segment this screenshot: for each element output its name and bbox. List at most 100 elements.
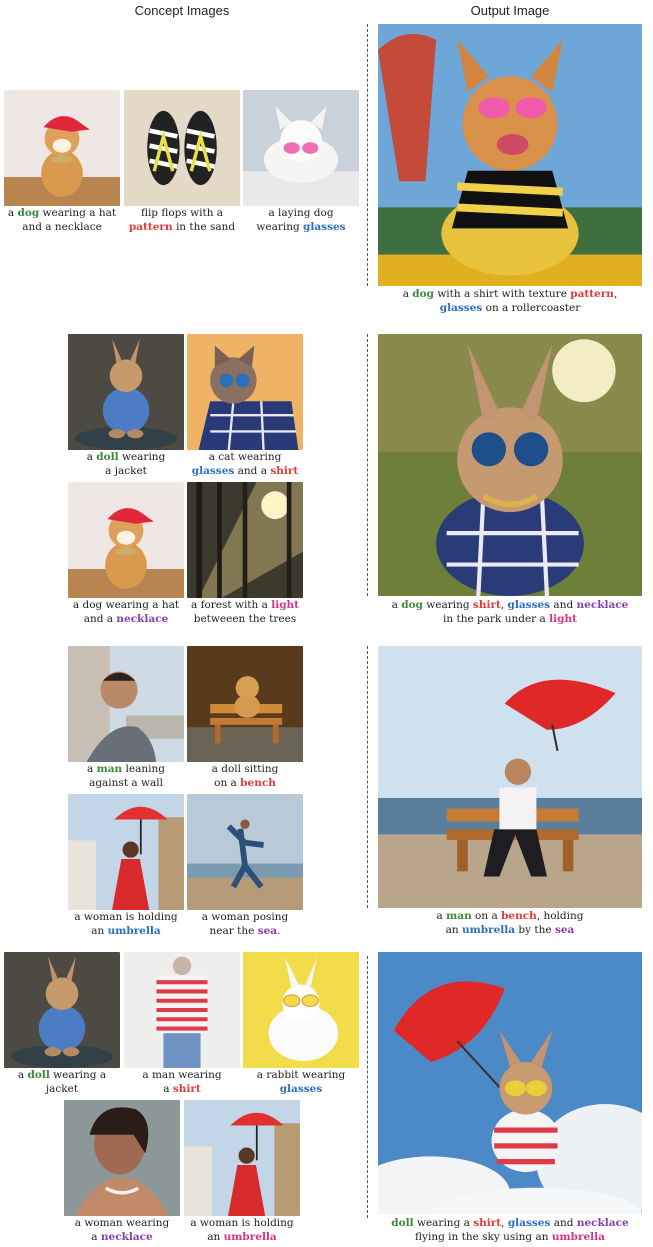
caption-text: a man wearing xyxy=(142,1069,222,1081)
caption-dog-hat-necklace: a dog wearing a hat and a necklace xyxy=(64,598,188,626)
caption-keyword: glasses xyxy=(191,465,235,477)
caption-keyword: bench xyxy=(501,910,537,922)
concept-image-dog-hat-2 xyxy=(68,482,184,598)
caption-keyword: necklace xyxy=(576,1217,629,1229)
caption-keyword: sea xyxy=(554,924,575,936)
caption-text: jacket xyxy=(45,1083,79,1095)
caption-flip-flops: flip flops with a pattern in the sand xyxy=(120,206,244,234)
caption-woman-umbrella-2: a woman is holding an umbrella xyxy=(180,1216,304,1244)
caption-text: a laying dog xyxy=(268,207,334,219)
caption-text: a xyxy=(91,1231,101,1243)
caption-text: flip flops with a xyxy=(140,207,224,219)
caption-text: and a necklace xyxy=(22,221,102,233)
caption-text: and a xyxy=(234,465,271,477)
caption-text: a xyxy=(7,207,18,219)
concept-image-man-shirt xyxy=(124,952,240,1068)
caption-text: , holding xyxy=(536,910,584,922)
caption-keyword: man xyxy=(446,910,472,922)
caption-text: and xyxy=(550,599,577,611)
caption-keyword: necklace xyxy=(116,613,169,625)
caption-keyword: shirt xyxy=(270,465,299,477)
concept-image-laying-dog-glasses xyxy=(243,90,359,206)
caption-text: a xyxy=(17,1069,28,1081)
caption-text: in the park under a xyxy=(443,613,550,625)
concept-image-flip-flops xyxy=(124,90,240,206)
caption-text: , xyxy=(613,288,618,300)
separator-line-3 xyxy=(367,646,368,908)
caption-keyword: doll xyxy=(96,451,119,463)
caption-keyword: glasses xyxy=(507,599,551,611)
caption-output-3: a man on a bench, holding an umbrella by … xyxy=(374,909,646,937)
caption-man-shirt: a man wearing a shirt xyxy=(120,1068,244,1096)
caption-text: wearing a hat xyxy=(39,207,117,219)
caption-text: with a shirt with texture xyxy=(433,288,571,300)
caption-text: and a xyxy=(83,613,117,625)
caption-keyword: dog xyxy=(412,288,434,300)
concept-image-woman-necklace xyxy=(64,1100,180,1216)
caption-text: an xyxy=(91,925,108,937)
caption-text: a dog wearing a hat xyxy=(72,599,180,611)
output-image-header: Output Image xyxy=(470,3,550,18)
caption-text: , xyxy=(500,599,508,611)
caption-keyword: glasses xyxy=(279,1083,323,1095)
caption-keyword: pattern xyxy=(570,288,614,300)
caption-text: wearing xyxy=(118,451,166,463)
caption-keyword: shirt xyxy=(172,1083,201,1095)
caption-man-wall: a man leaning against a wall xyxy=(64,762,188,790)
caption-keyword: dog xyxy=(17,207,40,219)
output-image-man-bench-sea xyxy=(378,646,642,908)
caption-text: a woman is holding xyxy=(190,1217,294,1229)
concept-images-header: Concept Images xyxy=(134,3,230,18)
caption-text: wearing xyxy=(422,599,473,611)
concept-image-woman-umbrella-2 xyxy=(184,1100,300,1216)
caption-keyword: doll xyxy=(27,1069,50,1081)
output-image-dog-rollercoaster xyxy=(378,24,642,286)
caption-text: an xyxy=(207,1231,224,1243)
caption-rabbit-glasses: a rabbit wearing glasses xyxy=(239,1068,363,1096)
caption-keyword: umbrella xyxy=(551,1231,605,1243)
concept-image-dog-hat xyxy=(4,90,120,206)
caption-forest-light: a forest with a light betweeen the trees xyxy=(183,598,307,626)
caption-keyword: doll xyxy=(391,1217,414,1229)
caption-doll-jacket-2: a doll wearing a jacket xyxy=(0,1068,124,1096)
caption-output-4: doll wearing a shirt, glasses and neckla… xyxy=(374,1216,646,1244)
caption-keyword: umbrella xyxy=(223,1231,277,1243)
caption-text: a woman posing xyxy=(201,911,289,923)
caption-keyword: necklace xyxy=(576,599,629,611)
concept-image-woman-sea xyxy=(187,794,303,910)
caption-text: an xyxy=(445,924,462,936)
caption-text: a woman is holding xyxy=(74,911,178,923)
caption-cat-glasses-shirt: a cat wearing glasses and a shirt xyxy=(183,450,307,478)
caption-keyword: man xyxy=(96,763,123,775)
caption-doll-bench: a doll sitting on a bench xyxy=(183,762,307,790)
caption-output-1: a dog with a shirt with texture pattern,… xyxy=(374,287,646,315)
caption-doll-jacket: a doll wearing a jacket xyxy=(64,450,188,478)
caption-laying-dog: a laying dog wearing glasses xyxy=(239,206,363,234)
caption-text: a xyxy=(87,763,97,775)
caption-text: and xyxy=(550,1217,577,1229)
caption-keyword: bench xyxy=(240,777,276,789)
caption-text: wearing a xyxy=(49,1069,107,1081)
concept-image-man-wall xyxy=(68,646,184,762)
concept-image-doll-jacket xyxy=(68,334,184,450)
caption-text: on a xyxy=(214,777,241,789)
caption-keyword: umbrella xyxy=(462,924,516,936)
caption-keyword: light xyxy=(549,613,577,625)
caption-keyword: sea xyxy=(257,925,278,937)
caption-text: against a wall xyxy=(89,777,163,789)
concept-image-doll-jacket-2 xyxy=(4,952,120,1068)
caption-text: a woman wearing xyxy=(74,1217,170,1229)
concept-image-woman-umbrella xyxy=(68,794,184,910)
caption-text: betweeen the trees xyxy=(193,613,297,625)
caption-woman-umbrella: a woman is holding an umbrella xyxy=(64,910,188,938)
caption-text: in the sand xyxy=(172,221,236,233)
separator-line-2 xyxy=(367,334,368,596)
caption-text: a xyxy=(86,451,97,463)
caption-text: , xyxy=(501,1217,508,1229)
output-image-rabbit-park xyxy=(378,334,642,596)
caption-keyword: light xyxy=(271,599,300,611)
caption-text: a xyxy=(436,910,447,922)
caption-output-2: a dog wearing shirt, glasses and necklac… xyxy=(374,598,646,626)
caption-keyword: necklace xyxy=(100,1231,153,1243)
caption-text: wearing xyxy=(256,221,304,233)
